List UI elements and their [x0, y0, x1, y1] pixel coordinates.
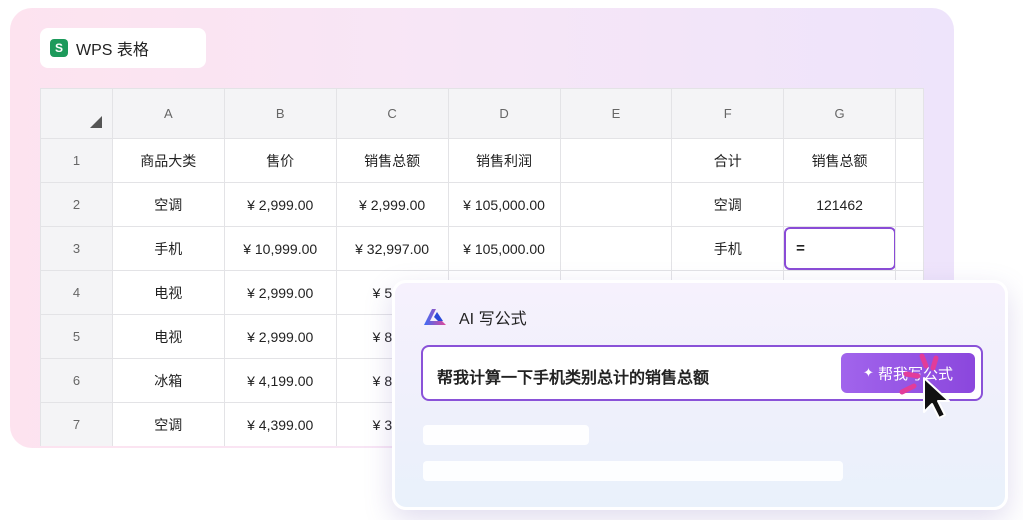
row-header[interactable]: 2 — [40, 182, 113, 227]
ai-panel-title: AI 写公式 — [459, 311, 527, 328]
cell[interactable]: 销售利润 — [447, 138, 561, 183]
cell[interactable]: 空调 — [111, 402, 225, 446]
loading-placeholder-line — [423, 425, 589, 445]
cell[interactable]: ¥ 4,399.00 — [223, 402, 337, 446]
column-header-d[interactable]: D — [447, 88, 561, 139]
column-header-f[interactable]: F — [671, 88, 785, 139]
table-row: 3 手机 ¥ 10,999.00 ¥ 32,997.00 ¥ 105,000.0… — [40, 226, 924, 271]
app-title-bar: S WPS 表格 — [40, 28, 206, 68]
cell[interactable]: 销售总额 — [783, 138, 896, 183]
cell[interactable]: 空调 — [111, 182, 225, 227]
row-header[interactable]: 6 — [40, 358, 113, 403]
wps-ai-logo-icon — [424, 309, 446, 325]
cell[interactable]: ¥ 2,999.00 — [335, 182, 449, 227]
select-all-corner[interactable] — [40, 88, 113, 139]
cell[interactable]: ¥ 32,997.00 — [335, 226, 449, 271]
column-header-row: A B C D E F G — [40, 88, 924, 139]
cell[interactable]: 手机 — [111, 226, 225, 271]
select-all-icon — [89, 116, 102, 128]
cell[interactable]: 电视 — [111, 270, 225, 315]
cell[interactable]: 售价 — [223, 138, 337, 183]
ai-prompt-text: 帮我计算一下手机类别总计的销售总额 — [437, 370, 710, 387]
cell[interactable]: ¥ 105,000.00 — [447, 226, 561, 271]
click-cursor — [892, 344, 962, 424]
row-header[interactable]: 1 — [40, 138, 113, 183]
column-header-c[interactable]: C — [335, 88, 449, 139]
cell-editor[interactable]: = — [784, 227, 895, 270]
table-row: 1 商品大类 售价 销售总额 销售利润 合计 销售总额 — [40, 138, 924, 183]
cell[interactable]: 121462 — [783, 182, 896, 227]
row-header[interactable]: 5 — [40, 314, 113, 359]
cell[interactable]: 冰箱 — [111, 358, 225, 403]
active-cell-g3[interactable]: = — [783, 226, 896, 271]
wps-sheets-logo-icon: S — [50, 39, 68, 57]
ai-panel-header: AI 写公式 — [423, 305, 527, 329]
cell[interactable]: ¥ 105,000.00 — [447, 182, 561, 227]
column-header-a[interactable]: A — [111, 88, 225, 139]
column-header-h[interactable] — [895, 88, 924, 139]
row-header[interactable]: 3 — [40, 226, 113, 271]
cell[interactable] — [559, 226, 673, 271]
cell[interactable]: 手机 — [671, 226, 785, 271]
column-header-b[interactable]: B — [223, 88, 337, 139]
cell[interactable] — [559, 138, 673, 183]
sparkle-icon: ✦ — [863, 365, 874, 380]
cell[interactable]: 合计 — [671, 138, 785, 183]
cell[interactable]: ¥ 2,999.00 — [223, 270, 337, 315]
table-row: 2 空调 ¥ 2,999.00 ¥ 2,999.00 ¥ 105,000.00 … — [40, 182, 924, 227]
cell[interactable]: 销售总额 — [335, 138, 449, 183]
column-header-e[interactable]: E — [559, 88, 673, 139]
row-header[interactable]: 7 — [40, 402, 113, 446]
cell[interactable] — [895, 138, 924, 183]
column-header-g[interactable]: G — [783, 88, 896, 139]
cell[interactable]: 商品大类 — [111, 138, 225, 183]
row-header[interactable]: 4 — [40, 270, 113, 315]
formula-input-text: = — [796, 240, 805, 257]
cell[interactable]: ¥ 2,999.00 — [223, 314, 337, 359]
cell[interactable]: 电视 — [111, 314, 225, 359]
app-title: WPS 表格 — [76, 42, 149, 59]
cell[interactable] — [895, 182, 924, 227]
cell[interactable] — [895, 226, 924, 271]
cell[interactable] — [559, 182, 673, 227]
loading-placeholder-line — [423, 461, 843, 481]
cell[interactable]: 空调 — [671, 182, 785, 227]
mouse-pointer-icon — [899, 353, 950, 419]
cell[interactable]: ¥ 10,999.00 — [223, 226, 337, 271]
cell[interactable]: ¥ 2,999.00 — [223, 182, 337, 227]
cell[interactable]: ¥ 4,199.00 — [223, 358, 337, 403]
